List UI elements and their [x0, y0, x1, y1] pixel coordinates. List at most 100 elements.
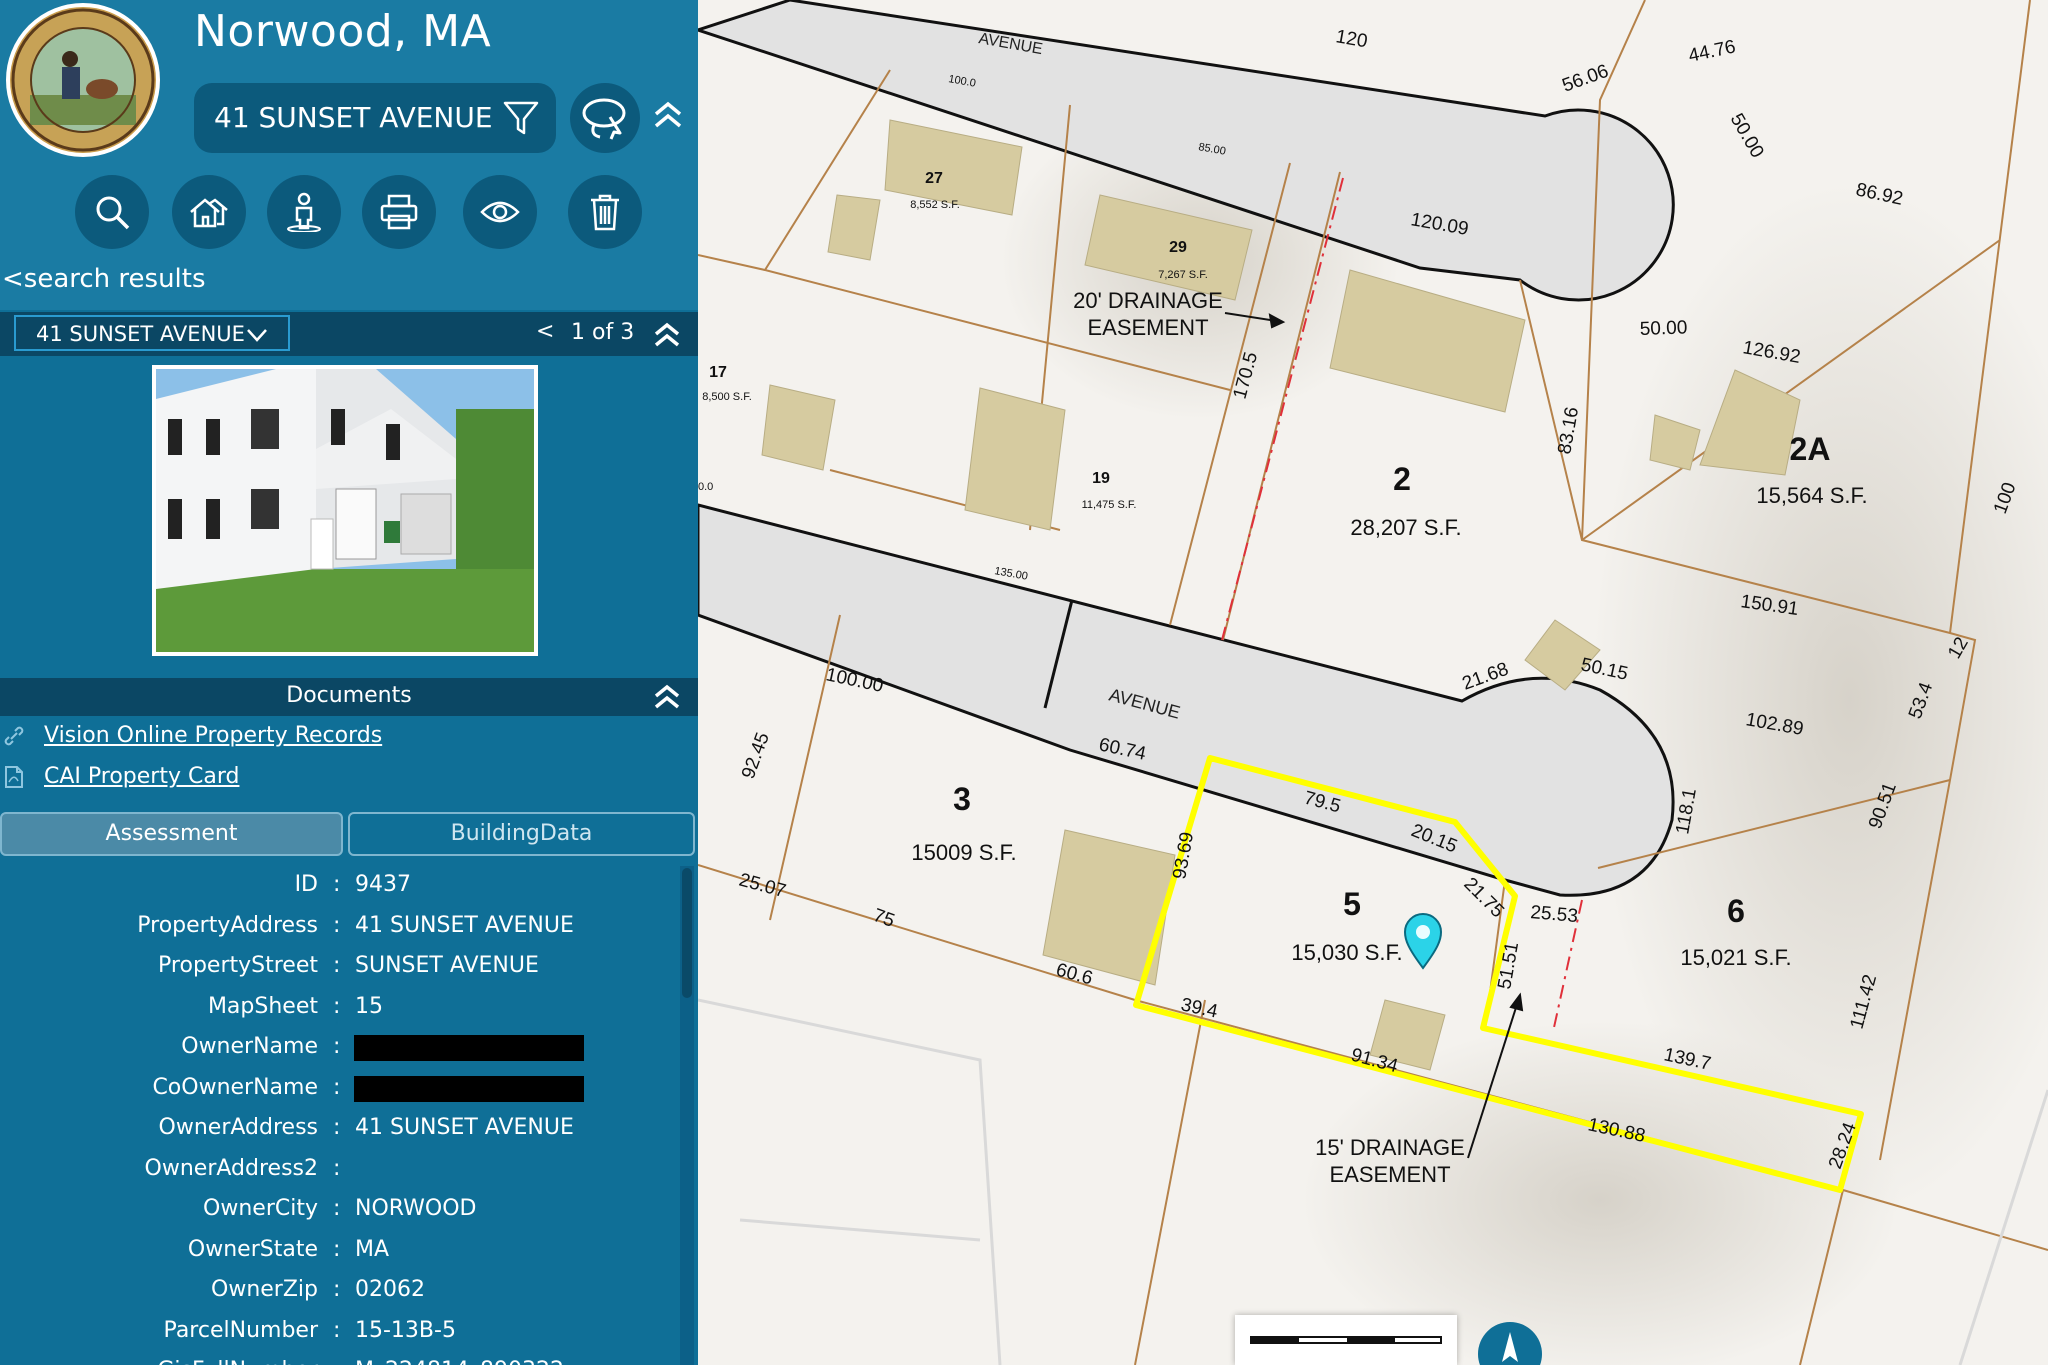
scale-bar: [1235, 1315, 1457, 1365]
vision-records-link[interactable]: Vision Online Property Records: [0, 720, 698, 754]
easement-label: EASEMENT: [1087, 315, 1208, 340]
chevron-down-icon: [247, 329, 267, 342]
lot-area: 28,207 S.F.: [1350, 515, 1461, 540]
attribute-row: OwnerState: MA: [0, 1231, 680, 1271]
dimension-label: 50.00: [1639, 317, 1687, 340]
property-photo: [152, 365, 538, 656]
visibility-tool-button[interactable]: [463, 175, 537, 249]
search-input-value[interactable]: 41 SUNSET AVENUE: [214, 101, 493, 134]
trash-icon: [591, 194, 619, 231]
attribute-key: MapSheet: [207, 993, 318, 1019]
lot-number: 17: [709, 364, 727, 381]
tab-assessment[interactable]: Assessment: [0, 812, 343, 856]
attribute-value: SUNSET AVENUE: [355, 953, 539, 978]
attribute-value: 15-13B-5: [355, 1317, 456, 1343]
result-page-count: 1 of 3: [571, 320, 635, 345]
lot-area: 8,500 S.F.: [702, 391, 752, 403]
scrollbar-thumb[interactable]: [682, 868, 692, 998]
search-tool-button[interactable]: [75, 175, 149, 249]
result-dropdown[interactable]: 41 SUNSET AVENUE: [14, 315, 290, 351]
cai-property-card-label[interactable]: CAI Property Card: [44, 764, 239, 789]
attribute-key: OwnerAddress2: [144, 1155, 318, 1181]
attribute-colon: :: [333, 1358, 340, 1365]
lasso-select-button[interactable]: [570, 83, 640, 153]
easement-label: 20' DRAINAGE: [1073, 288, 1223, 313]
attribute-key: CoOwnerName: [152, 1074, 318, 1100]
search-results-link[interactable]: <search results: [2, 264, 206, 294]
attribute-key: GisFullNumber: [157, 1358, 318, 1365]
attribute-colon: :: [333, 1034, 341, 1059]
search-field[interactable]: 41 SUNSET AVENUE: [194, 83, 556, 153]
result-bar: 41 SUNSET AVENUE < 1 of 3: [0, 312, 698, 356]
attribute-value: 41 SUNSET AVENUE: [355, 912, 574, 938]
home-tool-button[interactable]: [172, 175, 246, 249]
lot-number: 27: [925, 170, 943, 187]
lot-number: 6: [1727, 893, 1745, 929]
lot-area: 11,475 S.F.: [1082, 499, 1137, 511]
pdf-icon: [5, 766, 23, 788]
lot-area: 8,552 S.F.: [910, 199, 960, 211]
parcel-map[interactable]: AVENUE AVENUE 20' DRAINAGE EASEMENT 15' …: [698, 0, 2048, 1365]
collapse-documents-icon[interactable]: [652, 682, 682, 712]
dimension-label: 0.0: [698, 481, 713, 493]
attribute-row: PropertyAddress:41 SUNSET AVENUE: [0, 907, 680, 947]
home-icon: [190, 198, 228, 228]
redacted-value: [354, 1035, 584, 1061]
attribute-row: OwnerName:: [0, 1028, 680, 1068]
north-arrow-icon[interactable]: [1478, 1322, 1542, 1365]
clear-tool-button[interactable]: [568, 175, 642, 249]
attribute-colon: :: [333, 1277, 341, 1302]
attribute-key: OwnerAddress: [158, 1115, 318, 1140]
dimension-label: 25.53: [1530, 902, 1579, 927]
lasso-icon: [582, 98, 626, 140]
attribute-row: CoOwnerName:: [0, 1069, 680, 1109]
cai-property-card-link[interactable]: CAI Property Card: [0, 761, 698, 795]
attribute-colon: :: [333, 1155, 341, 1181]
collapse-result-icon[interactable]: [652, 320, 682, 350]
redacted-value: [354, 1075, 584, 1102]
attribute-key: OwnerZip: [211, 1277, 318, 1302]
vision-records-label[interactable]: Vision Online Property Records: [44, 723, 382, 748]
attribute-value: 9437: [355, 872, 411, 897]
lot-area: 15009 S.F.: [911, 840, 1016, 865]
attribute-colon: :: [333, 1236, 341, 1262]
person-icon: [287, 192, 321, 232]
lot-number: 5: [1343, 886, 1361, 922]
documents-header: Documents: [0, 678, 698, 716]
attribute-colon: :: [333, 1196, 341, 1221]
print-icon: [380, 194, 418, 230]
attribute-value: 15: [355, 993, 383, 1019]
lot-area: 7,267 S.F.: [1158, 269, 1208, 281]
attribute-value: 41 SUNSET AVENUE: [355, 1115, 574, 1140]
owner-tool-button[interactable]: [267, 175, 341, 249]
attribute-row: OwnerZip:02062: [0, 1271, 680, 1311]
app-title: Norwood, MA: [194, 6, 492, 57]
attribute-colon: :: [333, 1115, 341, 1140]
attribute-row: OwnerCity: NORWOOD: [0, 1190, 680, 1230]
attribute-value: MA: [355, 1236, 390, 1262]
lot-area: 15,030 S.F.: [1291, 940, 1402, 965]
attribute-key: ParcelNumber: [163, 1317, 318, 1343]
attribute-colon: :: [333, 1074, 341, 1100]
attribute-value: 02062: [355, 1277, 425, 1302]
filter-icon[interactable]: [500, 97, 542, 139]
attribute-colon: :: [333, 872, 341, 897]
gis-app: Norwood, MA 41 SUNSET AVENUE <search res…: [0, 0, 2048, 1365]
tab-building-data[interactable]: BuildingData: [348, 812, 695, 856]
header: Norwood, MA 41 SUNSET AVENUE <search res…: [0, 0, 698, 310]
attribute-colon: :: [333, 1317, 341, 1343]
previous-result-button[interactable]: <: [536, 319, 554, 344]
attribute-key: PropertyStreet: [158, 953, 318, 978]
collapse-header-icon[interactable]: [650, 96, 686, 132]
easement-label: 15' DRAINAGE: [1315, 1135, 1465, 1160]
map-canvas[interactable]: AVENUE AVENUE 20' DRAINAGE EASEMENT 15' …: [698, 0, 2048, 1365]
attribute-colon: :: [333, 953, 341, 978]
town-seal-logo: [6, 3, 160, 157]
print-tool-button[interactable]: [362, 175, 436, 249]
attribute-colon: :: [333, 993, 341, 1019]
documents-title: Documents: [286, 683, 412, 708]
attribute-row: OwnerAddress:41 SUNSET AVENUE: [0, 1109, 680, 1149]
lot-number: 2: [1393, 461, 1411, 497]
attribute-key: OwnerCity: [203, 1196, 318, 1221]
attribute-key: OwnerState: [187, 1236, 318, 1262]
